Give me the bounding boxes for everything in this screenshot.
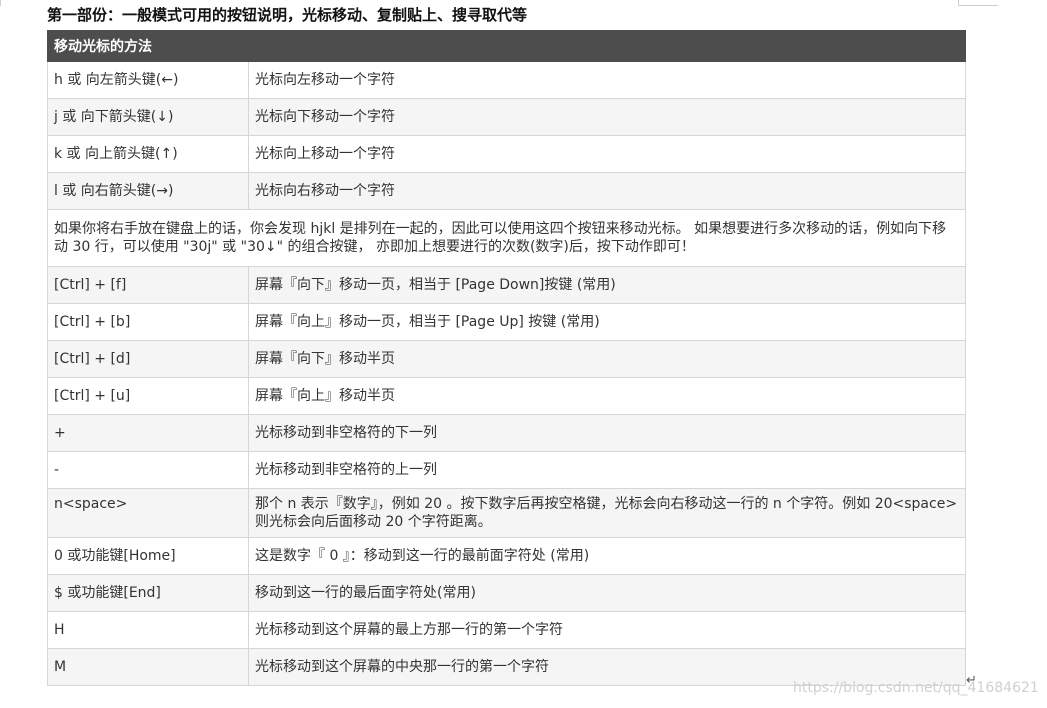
table-row: [Ctrl] + [u] 屏幕『向上』移动半页 bbox=[47, 377, 966, 415]
table-note-row: 如果你将右手放在键盘上的话，你会发现 hjkl 是排列在一起的，因此可以使用这四… bbox=[47, 209, 966, 267]
key-cell: + bbox=[47, 414, 249, 452]
table-row: n<space> 那个 n 表示『数字』，例如 20 。按下数字后再按空格键，光… bbox=[47, 488, 966, 538]
key-cell: [Ctrl] + [u] bbox=[47, 377, 249, 415]
key-cell: $ 或功能键[End] bbox=[47, 574, 249, 612]
key-cell: 0 或功能键[Home] bbox=[47, 537, 249, 575]
table-row: [Ctrl] + [d] 屏幕『向下』移动半页 bbox=[47, 340, 966, 378]
description-cell: 屏幕『向上』移动一页，相当于 [Page Up] 按键 (常用) bbox=[248, 303, 966, 341]
key-cell: k 或 向上箭头键(↑) bbox=[47, 135, 249, 173]
key-cell: h 或 向左箭头键(←) bbox=[47, 61, 249, 99]
table-row: $ 或功能键[End] 移动到这一行的最后面字符处(常用) bbox=[47, 574, 966, 612]
table-header-row: 移动光标的方法 bbox=[47, 30, 966, 62]
key-cell: n<space> bbox=[47, 488, 249, 538]
description-cell: 那个 n 表示『数字』，例如 20 。按下数字后再按空格键，光标会向右移动这一行… bbox=[248, 488, 966, 538]
description-cell: 移动到这一行的最后面字符处(常用) bbox=[248, 574, 966, 612]
description-cell: 屏幕『向下』移动一页，相当于 [Page Down]按键 (常用) bbox=[248, 266, 966, 304]
page-frame-edge-top bbox=[958, 5, 998, 6]
page-frame-edge-left bbox=[0, 0, 1, 6]
description-cell: 屏幕『向下』移动半页 bbox=[248, 340, 966, 378]
key-cell: [Ctrl] + [b] bbox=[47, 303, 249, 341]
table-row: [Ctrl] + [b] 屏幕『向上』移动一页，相当于 [Page Up] 按键… bbox=[47, 303, 966, 341]
key-cell: [Ctrl] + [d] bbox=[47, 340, 249, 378]
description-cell: 光标向下移动一个字符 bbox=[248, 98, 966, 136]
table-row: - 光标移动到非空格符的上一列 bbox=[47, 451, 966, 489]
table-row: + 光标移动到非空格符的下一列 bbox=[47, 414, 966, 452]
description-cell: 光标向右移动一个字符 bbox=[248, 172, 966, 210]
table-row: [Ctrl] + [f] 屏幕『向下』移动一页，相当于 [Page Down]按… bbox=[47, 266, 966, 304]
table-row: H 光标移动到这个屏幕的最上方那一行的第一个字符 bbox=[47, 611, 966, 649]
table-row: j 或 向下箭头键(↓) 光标向下移动一个字符 bbox=[47, 98, 966, 136]
description-cell: 光标向左移动一个字符 bbox=[248, 61, 966, 99]
description-cell: 这是数字『 0 』：移动到这一行的最前面字符处 (常用) bbox=[248, 537, 966, 575]
table-row: h 或 向左箭头键(←) 光标向左移动一个字符 bbox=[47, 61, 966, 99]
key-cell: - bbox=[47, 451, 249, 489]
table-row: 0 或功能键[Home] 这是数字『 0 』：移动到这一行的最前面字符处 (常用… bbox=[47, 537, 966, 575]
description-cell: 屏幕『向上』移动半页 bbox=[248, 377, 966, 415]
table-header: 移动光标的方法 bbox=[47, 30, 966, 62]
key-cell: l 或 向右箭头键(→) bbox=[47, 172, 249, 210]
note-cell: 如果你将右手放在键盘上的话，你会发现 hjkl 是排列在一起的，因此可以使用这四… bbox=[47, 209, 966, 267]
key-cell: j 或 向下箭头键(↓) bbox=[47, 98, 249, 136]
section-heading: 第一部份：一般模式可用的按钮说明，光标移动、复制贴上、搜寻取代等 bbox=[47, 6, 528, 24]
key-cell: M bbox=[47, 648, 249, 686]
description-cell: 光标移动到这个屏幕的最上方那一行的第一个字符 bbox=[248, 611, 966, 649]
key-cell: H bbox=[47, 611, 249, 649]
description-cell: 光标移动到非空格符的上一列 bbox=[248, 451, 966, 489]
cursor-movement-table: 移动光标的方法 h 或 向左箭头键(←) 光标向左移动一个字符 j 或 向下箭头… bbox=[47, 30, 966, 686]
description-cell: 光标向上移动一个字符 bbox=[248, 135, 966, 173]
table-row: l 或 向右箭头键(→) 光标向右移动一个字符 bbox=[47, 172, 966, 210]
description-cell: 光标移动到非空格符的下一列 bbox=[248, 414, 966, 452]
table-row: k 或 向上箭头键(↑) 光标向上移动一个字符 bbox=[47, 135, 966, 173]
key-cell: [Ctrl] + [f] bbox=[47, 266, 249, 304]
watermark-url: https://blog.csdn.net/qq_41684621 bbox=[793, 680, 1039, 696]
